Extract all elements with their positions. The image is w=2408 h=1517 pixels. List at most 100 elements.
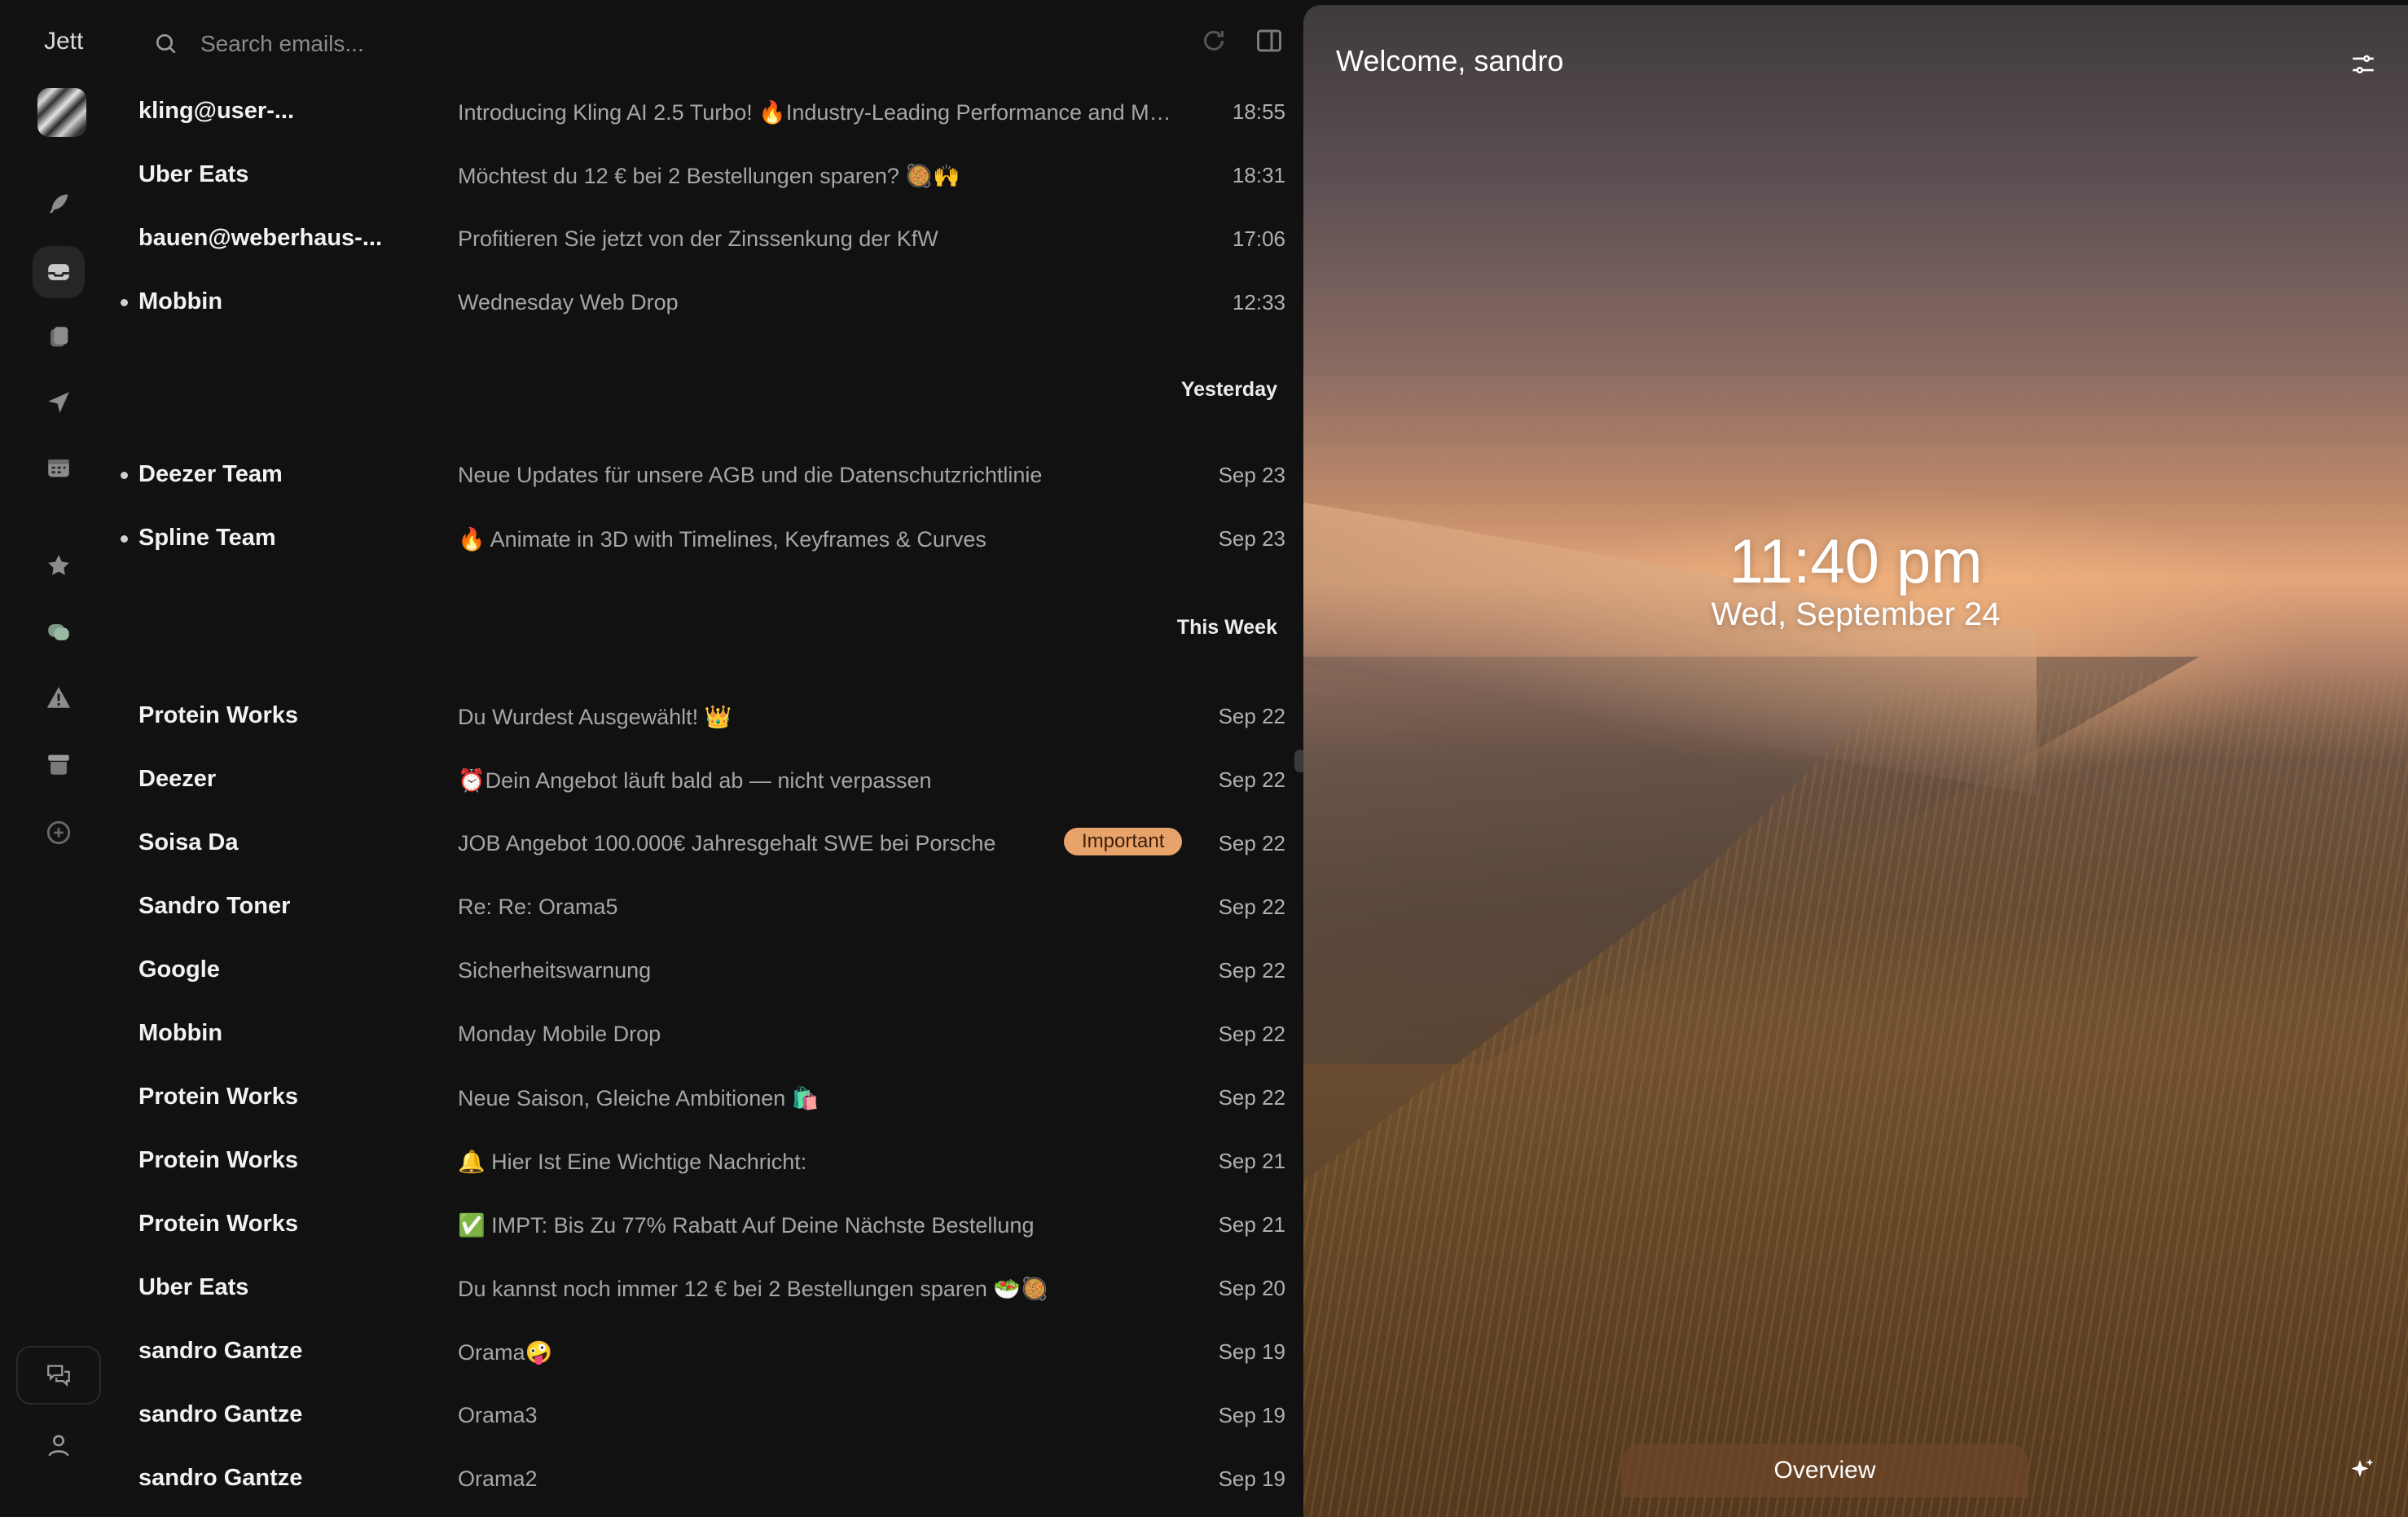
star-icon[interactable] [33,539,85,591]
email-date: Sep 19 [1218,1466,1285,1491]
email-subject: ✅ IMPT: Bis Zu 77% Rabatt Auf Deine Näch… [458,1213,1035,1238]
email-row[interactable]: Protein Works Neue Saison, Gleiche Ambiti… [121,1067,1285,1131]
section-header-this-week: This Week [1176,616,1277,639]
email-row[interactable]: Spline Team 🔥 Animate in 3D with Timeline… [121,508,1285,572]
important-badge: Important [1064,828,1183,855]
email-sender: Spline Team [138,525,276,551]
app-title: Jett [44,28,84,55]
send-icon[interactable] [33,376,85,429]
email-subject: 🔔 Hier Ist Eine Wichtige Nachricht: [458,1150,807,1174]
email-sender: Protein Works [138,1084,299,1110]
email-row[interactable]: Deezer Team Neue Updates für unsere AGB u… [121,445,1285,508]
email-subject: Neue Updates für unsere AGB und die Date… [458,463,1043,487]
user-icon[interactable] [33,1419,85,1471]
warning-icon[interactable] [33,671,85,723]
email-date: 18:31 [1232,163,1285,187]
email-subject: Neue Saison, Gleiche Ambitionen 🛍️ [458,1086,820,1110]
email-row[interactable]: Uber Eats Möchtest du 12 € bei 2 Bestellu… [121,145,1285,209]
email-sender: Soisa Da [138,829,239,855]
email-date: Sep 19 [1218,1403,1285,1427]
search-bar [137,20,1277,68]
email-row[interactable]: sandro Gantze Orama2 Sep 19 [121,1449,1285,1512]
email-sender: Google [138,956,220,983]
email-row[interactable]: Google Sicherheitswarnung Sep 22 [121,940,1285,1004]
chat-bubbles-icon[interactable] [33,606,85,658]
inbox-icon[interactable] [33,246,85,298]
email-date: Sep 22 [1218,958,1285,983]
email-row[interactable]: Soisa Da JOB Angebot 100.000€ Jahresgehal… [121,813,1285,877]
email-row[interactable]: Mobbin Wednesday Web Drop 12:33 [121,272,1285,336]
email-sender: sandro Gantze [138,1465,303,1491]
email-date: Sep 20 [1218,1276,1285,1300]
email-sender: Deezer Team [138,461,283,487]
email-row[interactable]: kling@user-... Introducing Kling AI 2.5 T… [121,81,1285,145]
email-sender: Sandro Toner [138,893,291,919]
email-subject: Möchtest du 12 € bei 2 Bestellungen spar… [458,164,960,188]
email-date: Sep 21 [1218,1212,1285,1237]
add-circle-icon[interactable] [33,807,85,859]
sidebar-toggle-icon[interactable] [1255,26,1284,55]
email-subject: Introducing Kling AI 2.5 Turbo! 🔥Industr… [458,100,1175,125]
email-date: Sep 22 [1218,831,1285,855]
email-subject: Monday Mobile Drop [458,1022,661,1046]
email-sender: bauen@weberhaus-... [138,225,383,251]
welcome-pane: Welcome, sandro 11:40 pm Wed, September … [1303,5,2408,1517]
email-date: Sep 22 [1218,1022,1285,1046]
email-sender: Uber Eats [138,161,249,187]
email-date: Sep 21 [1218,1149,1285,1173]
email-subject: Orama🤪 [458,1340,553,1365]
drafts-icon[interactable] [33,311,85,363]
email-sender: Mobbin [138,288,223,314]
email-sender: Deezer [138,766,217,792]
email-row[interactable]: Deezer ⏰Dein Angebot läuft bald ab — nich… [121,750,1285,813]
email-row[interactable]: bauen@weberhaus-... Profitieren Sie jetzt… [121,209,1285,272]
email-date: Sep 22 [1218,1085,1285,1110]
email-list-panel: kling@user-... Introducing Kling AI 2.5 T… [121,0,1294,1517]
email-sender: Uber Eats [138,1274,249,1300]
email-row[interactable]: sandro Gantze Orama🤪 Sep 19 [121,1321,1285,1385]
refresh-icon[interactable] [1199,26,1228,55]
email-row[interactable]: sandro Gantze Orama3 Sep 19 [121,1385,1285,1449]
email-sender: Protein Works [138,1211,299,1237]
email-sender: Protein Works [138,1147,299,1173]
unread-dot [121,299,128,306]
email-row[interactable]: Uber Eats Du kannst noch immer 12 € bei 2… [121,1258,1285,1321]
settings-sliders-icon[interactable] [2349,51,2377,78]
email-row[interactable]: Protein Works ✅ IMPT: Bis Zu 77% Rabatt A… [121,1194,1285,1258]
email-row[interactable]: Protein Works Du Wurdest Ausgewählt! 👑 Sep… [121,686,1285,750]
search-icon [156,34,176,54]
email-subject: 🔥 Animate in 3D with Timelines, Keyframe… [458,527,986,552]
email-row[interactable]: Protein Works 🔔 Hier Ist Eine Wichtige Na… [121,1131,1285,1194]
overview-button[interactable]: Overview [1621,1444,2028,1497]
email-date: Sep 23 [1218,526,1285,551]
calendar-icon[interactable] [33,442,85,494]
sparkle-icon[interactable] [2348,1455,2377,1484]
email-subject: Orama2 [458,1466,538,1491]
email-subject: Orama3 [458,1403,538,1427]
email-row[interactable]: Mobbin Monday Mobile Drop Sep 22 [121,1004,1285,1067]
email-sender: Mobbin [138,1020,223,1046]
email-row[interactable]: Sandro Toner Re: Re: Orama5 Sep 22 [121,877,1285,940]
email-date: Sep 23 [1218,463,1285,487]
unread-dot [121,535,128,543]
email-subject: Profitieren Sie jetzt von der Zinssenkun… [458,226,938,251]
email-date: Sep 19 [1218,1339,1285,1364]
clock-date: Wed, September 24 [1711,596,2001,632]
email-sender: sandro Gantze [138,1401,303,1427]
unread-dot [121,472,128,479]
email-sender: Protein Works [138,702,299,728]
email-sender: kling@user-... [138,98,295,124]
account-avatar[interactable] [37,88,86,137]
icon-rail: Jett [0,0,121,1517]
email-date: 18:55 [1232,99,1285,124]
section-header-yesterday: Yesterday [1180,378,1277,401]
archive-icon[interactable] [33,738,85,790]
feather-icon[interactable] [33,178,85,230]
clock-time: 11:40 pm [1729,527,1983,596]
chat-button[interactable] [16,1346,101,1405]
email-subject: Re: Re: Orama5 [458,895,618,919]
email-date: 17:06 [1232,226,1285,251]
search-input[interactable] [200,26,934,62]
email-subject: Wednesday Web Drop [458,290,679,314]
email-date: Sep 22 [1218,704,1285,728]
